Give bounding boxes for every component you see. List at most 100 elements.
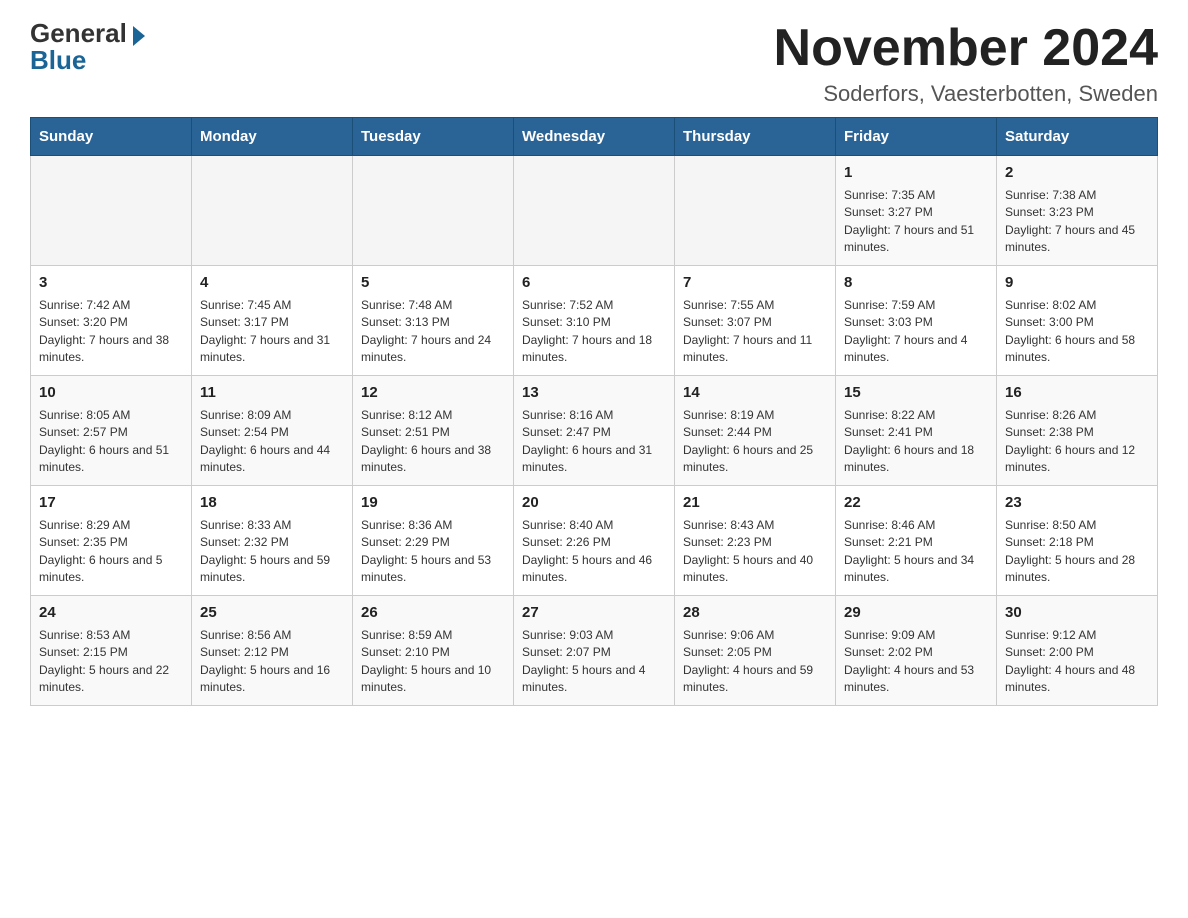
calendar-day-cell: 16Sunrise: 8:26 AM Sunset: 2:38 PM Dayli… bbox=[997, 376, 1158, 486]
calendar-header: SundayMondayTuesdayWednesdayThursdayFrid… bbox=[31, 118, 1158, 156]
month-title: November 2024 bbox=[774, 20, 1158, 77]
day-info: Sunrise: 7:38 AM Sunset: 3:23 PM Dayligh… bbox=[1005, 187, 1149, 257]
calendar-day-cell: 24Sunrise: 8:53 AM Sunset: 2:15 PM Dayli… bbox=[31, 596, 192, 706]
day-number: 15 bbox=[844, 382, 988, 404]
calendar-day-cell: 14Sunrise: 8:19 AM Sunset: 2:44 PM Dayli… bbox=[675, 376, 836, 486]
weekday-header-monday: Monday bbox=[192, 118, 353, 156]
calendar-day-cell: 12 Sunrise: 8:12 AM Sunset: 2:51 PM Dayli… bbox=[353, 376, 514, 486]
day-number: 28 bbox=[683, 602, 827, 624]
calendar-day-cell: 5 Sunrise: 7:48 AM Sunset: 3:13 PM Daylig… bbox=[353, 266, 514, 376]
calendar-day-cell: 2 Sunrise: 7:38 AM Sunset: 3:23 PM Daylig… bbox=[997, 156, 1158, 266]
calendar-day-cell: 8Sunrise: 7:59 AM Sunset: 3:03 PM Daylig… bbox=[836, 266, 997, 376]
calendar-day-cell: 6 Sunrise: 7:52 AM Sunset: 3:10 PM Daylig… bbox=[514, 266, 675, 376]
day-info: Sunrise: 8:05 AM Sunset: 2:57 PM Dayligh… bbox=[39, 407, 183, 477]
day-info: Sunrise: 7:59 AM Sunset: 3:03 PM Dayligh… bbox=[844, 297, 988, 367]
weekday-header-row: SundayMondayTuesdayWednesdayThursdayFrid… bbox=[31, 118, 1158, 156]
day-info: Sunrise: 9:12 AM Sunset: 2:00 PM Dayligh… bbox=[1005, 627, 1149, 697]
day-number: 21 bbox=[683, 492, 827, 514]
calendar-day-cell: 15 Sunrise: 8:22 AM Sunset: 2:41 PM Dayli… bbox=[836, 376, 997, 486]
calendar-day-cell: 4 Sunrise: 7:45 AM Sunset: 3:17 PM Daylig… bbox=[192, 266, 353, 376]
day-info: Sunrise: 9:09 AM Sunset: 2:02 PM Dayligh… bbox=[844, 627, 988, 697]
day-info: Sunrise: 8:56 AM Sunset: 2:12 PM Dayligh… bbox=[200, 627, 344, 697]
day-number: 4 bbox=[200, 272, 344, 294]
day-number: 19 bbox=[361, 492, 505, 514]
day-info: Sunrise: 8:16 AM Sunset: 2:47 PM Dayligh… bbox=[522, 407, 666, 477]
day-info: Sunrise: 8:09 AM Sunset: 2:54 PM Dayligh… bbox=[200, 407, 344, 477]
day-number: 25 bbox=[200, 602, 344, 624]
calendar-week-row: 3Sunrise: 7:42 AM Sunset: 3:20 PM Daylig… bbox=[31, 266, 1158, 376]
day-number: 3 bbox=[39, 272, 183, 294]
location-subtitle: Soderfors, Vaesterbotten, Sweden bbox=[774, 81, 1158, 107]
calendar-day-cell bbox=[675, 156, 836, 266]
day-number: 10 bbox=[39, 382, 183, 404]
calendar-day-cell: 25 Sunrise: 8:56 AM Sunset: 2:12 PM Dayli… bbox=[192, 596, 353, 706]
day-info: Sunrise: 8:50 AM Sunset: 2:18 PM Dayligh… bbox=[1005, 517, 1149, 587]
day-info: Sunrise: 9:03 AM Sunset: 2:07 PM Dayligh… bbox=[522, 627, 666, 697]
calendar-day-cell: 29 Sunrise: 9:09 AM Sunset: 2:02 PM Dayli… bbox=[836, 596, 997, 706]
logo: General Blue bbox=[30, 20, 149, 74]
calendar-day-cell: 28 Sunrise: 9:06 AM Sunset: 2:05 PM Dayli… bbox=[675, 596, 836, 706]
calendar-day-cell: 11 Sunrise: 8:09 AM Sunset: 2:54 PM Dayli… bbox=[192, 376, 353, 486]
day-number: 29 bbox=[844, 602, 988, 624]
logo-arrow-icon bbox=[133, 26, 145, 46]
day-number: 1 bbox=[844, 162, 988, 184]
calendar-week-row: 24Sunrise: 8:53 AM Sunset: 2:15 PM Dayli… bbox=[31, 596, 1158, 706]
calendar-day-cell: 13 Sunrise: 8:16 AM Sunset: 2:47 PM Dayli… bbox=[514, 376, 675, 486]
calendar-day-cell: 21Sunrise: 8:43 AM Sunset: 2:23 PM Dayli… bbox=[675, 486, 836, 596]
day-info: Sunrise: 9:06 AM Sunset: 2:05 PM Dayligh… bbox=[683, 627, 827, 697]
weekday-header-tuesday: Tuesday bbox=[353, 118, 514, 156]
day-number: 5 bbox=[361, 272, 505, 294]
day-info: Sunrise: 7:55 AM Sunset: 3:07 PM Dayligh… bbox=[683, 297, 827, 367]
weekday-header-wednesday: Wednesday bbox=[514, 118, 675, 156]
calendar-day-cell: 30 Sunrise: 9:12 AM Sunset: 2:00 PM Dayli… bbox=[997, 596, 1158, 706]
calendar-day-cell bbox=[31, 156, 192, 266]
day-info: Sunrise: 7:48 AM Sunset: 3:13 PM Dayligh… bbox=[361, 297, 505, 367]
day-number: 20 bbox=[522, 492, 666, 514]
day-info: Sunrise: 7:35 AM Sunset: 3:27 PM Dayligh… bbox=[844, 187, 988, 257]
day-number: 27 bbox=[522, 602, 666, 624]
calendar-week-row: 10 Sunrise: 8:05 AM Sunset: 2:57 PM Dayli… bbox=[31, 376, 1158, 486]
day-number: 23 bbox=[1005, 492, 1149, 514]
day-info: Sunrise: 7:52 AM Sunset: 3:10 PM Dayligh… bbox=[522, 297, 666, 367]
day-info: Sunrise: 8:19 AM Sunset: 2:44 PM Dayligh… bbox=[683, 407, 827, 477]
calendar-day-cell: 18 Sunrise: 8:33 AM Sunset: 2:32 PM Dayli… bbox=[192, 486, 353, 596]
day-number: 26 bbox=[361, 602, 505, 624]
calendar-day-cell: 26 Sunrise: 8:59 AM Sunset: 2:10 PM Dayli… bbox=[353, 596, 514, 706]
day-info: Sunrise: 8:46 AM Sunset: 2:21 PM Dayligh… bbox=[844, 517, 988, 587]
day-number: 18 bbox=[200, 492, 344, 514]
day-info: Sunrise: 8:40 AM Sunset: 2:26 PM Dayligh… bbox=[522, 517, 666, 587]
day-info: Sunrise: 8:33 AM Sunset: 2:32 PM Dayligh… bbox=[200, 517, 344, 587]
day-number: 7 bbox=[683, 272, 827, 294]
calendar-day-cell: 10 Sunrise: 8:05 AM Sunset: 2:57 PM Dayli… bbox=[31, 376, 192, 486]
calendar-day-cell: 9 Sunrise: 8:02 AM Sunset: 3:00 PM Daylig… bbox=[997, 266, 1158, 376]
day-info: Sunrise: 8:29 AM Sunset: 2:35 PM Dayligh… bbox=[39, 517, 183, 587]
calendar-day-cell: 22 Sunrise: 8:46 AM Sunset: 2:21 PM Dayli… bbox=[836, 486, 997, 596]
day-number: 30 bbox=[1005, 602, 1149, 624]
day-info: Sunrise: 8:36 AM Sunset: 2:29 PM Dayligh… bbox=[361, 517, 505, 587]
day-number: 12 bbox=[361, 382, 505, 404]
day-info: Sunrise: 8:26 AM Sunset: 2:38 PM Dayligh… bbox=[1005, 407, 1149, 477]
day-info: Sunrise: 7:45 AM Sunset: 3:17 PM Dayligh… bbox=[200, 297, 344, 367]
calendar-day-cell: 7 Sunrise: 7:55 AM Sunset: 3:07 PM Daylig… bbox=[675, 266, 836, 376]
calendar-day-cell bbox=[514, 156, 675, 266]
day-number: 6 bbox=[522, 272, 666, 294]
day-info: Sunrise: 8:02 AM Sunset: 3:00 PM Dayligh… bbox=[1005, 297, 1149, 367]
day-number: 17 bbox=[39, 492, 183, 514]
day-number: 13 bbox=[522, 382, 666, 404]
weekday-header-sunday: Sunday bbox=[31, 118, 192, 156]
calendar-day-cell: 17 Sunrise: 8:29 AM Sunset: 2:35 PM Dayli… bbox=[31, 486, 192, 596]
day-number: 22 bbox=[844, 492, 988, 514]
weekday-header-thursday: Thursday bbox=[675, 118, 836, 156]
page-header: General Blue November 2024 Soderfors, Va… bbox=[30, 20, 1158, 107]
day-info: Sunrise: 8:59 AM Sunset: 2:10 PM Dayligh… bbox=[361, 627, 505, 697]
day-info: Sunrise: 8:22 AM Sunset: 2:41 PM Dayligh… bbox=[844, 407, 988, 477]
calendar-week-row: 1 Sunrise: 7:35 AM Sunset: 3:27 PM Daylig… bbox=[31, 156, 1158, 266]
calendar-day-cell: 23 Sunrise: 8:50 AM Sunset: 2:18 PM Dayli… bbox=[997, 486, 1158, 596]
day-info: Sunrise: 8:53 AM Sunset: 2:15 PM Dayligh… bbox=[39, 627, 183, 697]
calendar-day-cell: 3Sunrise: 7:42 AM Sunset: 3:20 PM Daylig… bbox=[31, 266, 192, 376]
day-number: 11 bbox=[200, 382, 344, 404]
day-number: 2 bbox=[1005, 162, 1149, 184]
day-number: 9 bbox=[1005, 272, 1149, 294]
day-info: Sunrise: 8:12 AM Sunset: 2:51 PM Dayligh… bbox=[361, 407, 505, 477]
calendar-table: SundayMondayTuesdayWednesdayThursdayFrid… bbox=[30, 117, 1158, 706]
